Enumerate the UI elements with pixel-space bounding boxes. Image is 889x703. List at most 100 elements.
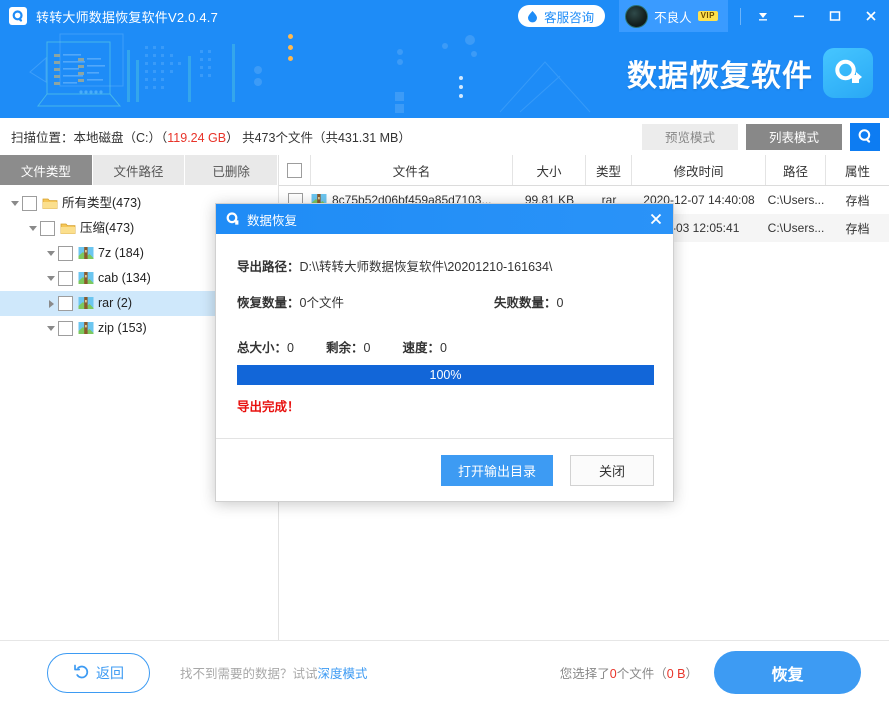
dialog-close-action-button[interactable]: 关闭 xyxy=(569,454,654,486)
folder-icon xyxy=(42,196,58,211)
dialog-close-button[interactable] xyxy=(639,204,673,234)
vip-badge: VIP xyxy=(697,11,718,21)
tree-checkbox[interactable] xyxy=(58,296,73,311)
tree-item-label: cab (134) xyxy=(98,271,151,286)
tree-item-label: 7z (184) xyxy=(98,246,144,261)
titlebar-divider xyxy=(740,7,741,25)
cell-attribute: 存档 xyxy=(845,193,870,208)
user-avatar xyxy=(625,4,649,28)
speed-label: 速度： xyxy=(402,341,440,355)
search-button[interactable] xyxy=(850,122,880,151)
header-path[interactable]: 路径 xyxy=(766,155,826,185)
banner-brand: 数据恢复软件 xyxy=(627,48,873,98)
export-path-line: 导出路径：D:\\转转大师数据恢复软件\20201210-161634\ xyxy=(237,256,652,275)
chevron-down-icon[interactable] xyxy=(44,251,58,256)
archive-icon xyxy=(78,271,94,286)
user-account-button[interactable]: 不良人 VIP xyxy=(619,0,728,32)
chevron-down-icon[interactable] xyxy=(26,226,40,231)
export-path-label: 导出路径： xyxy=(237,260,300,274)
close-button[interactable] xyxy=(853,0,889,32)
remain-stat: 剩余：0 xyxy=(326,341,386,355)
data-recovery-dialog: 数据恢复 导出路径：D:\\转转大师数据恢复软件\20201210-161634… xyxy=(215,203,674,502)
chevron-down-icon[interactable] xyxy=(44,326,58,331)
list-mode-button[interactable]: 列表模式 xyxy=(746,123,842,150)
header-file-name[interactable]: 文件名 xyxy=(311,155,513,185)
deep-mode-hint[interactable]: 找不到需要的数据？试试深度模式 xyxy=(180,663,368,682)
banner-headline: 数据恢复软件 xyxy=(627,60,813,93)
scan-suffix: ） 共473个文件（共431.31 MB） xyxy=(226,131,411,145)
tree-checkbox[interactable] xyxy=(58,271,73,286)
user-name: 不良人 xyxy=(654,10,692,25)
select-all-checkbox[interactable] xyxy=(287,162,302,178)
customer-service-label: 客服咨询 xyxy=(544,10,595,25)
fail-count: 失败数量：0 xyxy=(494,292,563,311)
dialog-title-bar: 数据恢复 xyxy=(216,204,673,234)
total-size-label: 总大小： xyxy=(237,341,288,355)
app-title: 转转大师数据恢复软件V2.0.4.7 xyxy=(36,9,219,25)
chevron-down-icon[interactable] xyxy=(8,201,22,206)
app-logo-icon xyxy=(9,7,27,25)
speed-stat: 速度：0 xyxy=(402,341,462,355)
header-modified-time[interactable]: 修改时间 xyxy=(632,155,766,185)
banner-logo-icon xyxy=(823,48,873,98)
tree-item-label: 压缩(473) xyxy=(80,221,135,236)
dialog-footer: 打开输出目录 关闭 xyxy=(216,438,673,501)
tree-checkbox[interactable] xyxy=(40,221,55,236)
header-size[interactable]: 大小 xyxy=(513,155,586,185)
fail-count-value: 0 xyxy=(556,296,564,310)
tab-deleted[interactable]: 已删除 xyxy=(185,155,279,185)
folder-icon xyxy=(60,221,76,236)
hero-banner: 数据恢复软件 xyxy=(0,32,889,118)
preview-mode-button[interactable]: 预览模式 xyxy=(642,123,738,150)
maximize-button[interactable] xyxy=(817,0,853,32)
transfer-stats: 总大小：0 剩余：0 速度：0 xyxy=(237,337,652,356)
app-window: 转转大师数据恢复软件V2.0.4.7 客服咨询 不良人 VIP 数据恢复软件 扫… xyxy=(0,0,889,703)
dialog-body: 导出路径：D:\\转转大师数据恢复软件\20201210-161634\ 恢复数… xyxy=(216,234,673,434)
title-bar: 转转大师数据恢复软件V2.0.4.7 客服咨询 不良人 VIP xyxy=(0,0,889,32)
header-type[interactable]: 类型 xyxy=(586,155,632,185)
scan-prefix: 扫描位置：本地磁盘（C:）（ xyxy=(11,131,168,145)
progress-bar-label: 100% xyxy=(429,368,462,382)
chevron-down-icon[interactable] xyxy=(44,276,58,281)
archive-icon xyxy=(78,246,94,261)
customer-service-button[interactable]: 客服咨询 xyxy=(518,5,606,27)
select-all-header[interactable] xyxy=(279,155,311,185)
selection-summary: 您选择了0个文件（0 B） xyxy=(560,663,698,682)
tab-file-path[interactable]: 文件路径 xyxy=(92,155,186,185)
header-attribute[interactable]: 属性 xyxy=(826,155,889,185)
footer-bar: 返回 找不到需要的数据？试试深度模式 您选择了0个文件（0 B） 恢复 xyxy=(0,640,889,703)
back-button[interactable]: 返回 xyxy=(47,652,150,693)
archive-icon xyxy=(78,296,94,311)
deep-mode-link[interactable]: 深度模式 xyxy=(318,667,368,681)
banner-dots-white xyxy=(459,76,463,98)
selection-mid: 个文件（ xyxy=(616,667,667,681)
selection-prefix: 您选择了 xyxy=(559,667,610,681)
tree-item-label: zip (153) xyxy=(98,321,147,336)
tree-item-label: rar (2) xyxy=(98,296,133,311)
total-size-stat: 总大小：0 xyxy=(237,341,310,355)
tree-checkbox[interactable] xyxy=(58,246,73,261)
back-button-label: 返回 xyxy=(96,664,124,681)
tree-item-label: 所有类型(473) xyxy=(62,196,142,211)
scan-location-bar: 扫描位置：本地磁盘（C:）（119.24 GB） 共473个文件（共431.31… xyxy=(0,118,889,156)
minimize-button[interactable] xyxy=(781,0,817,32)
selection-suffix: ） xyxy=(685,667,698,681)
speed-value: 0 xyxy=(439,341,447,355)
selection-count: 0 xyxy=(609,667,617,681)
remain-label: 剩余： xyxy=(325,341,364,355)
chevron-right-icon[interactable] xyxy=(44,299,58,308)
table-header-row: 文件名 大小 类型 修改时间 路径 属性 xyxy=(279,155,889,186)
scan-location-text: 扫描位置：本地磁盘（C:）（119.24 GB） 共473个文件（共431.31… xyxy=(11,127,411,146)
recover-button[interactable]: 恢复 xyxy=(714,651,861,694)
tab-file-type[interactable]: 文件类型 xyxy=(0,155,93,185)
total-size-value: 0 xyxy=(287,341,294,355)
completion-message: 导出完成！ xyxy=(237,400,300,414)
progress-bar: 100% xyxy=(237,365,654,385)
tree-checkbox[interactable] xyxy=(22,196,37,211)
remain-value: 0 xyxy=(363,341,371,355)
open-output-directory-button[interactable]: 打开输出目录 xyxy=(440,454,553,486)
tree-checkbox[interactable] xyxy=(58,321,73,336)
dialog-logo-icon xyxy=(225,212,240,227)
collapse-down-icon[interactable] xyxy=(745,0,781,32)
headset-drop-icon xyxy=(526,10,539,23)
